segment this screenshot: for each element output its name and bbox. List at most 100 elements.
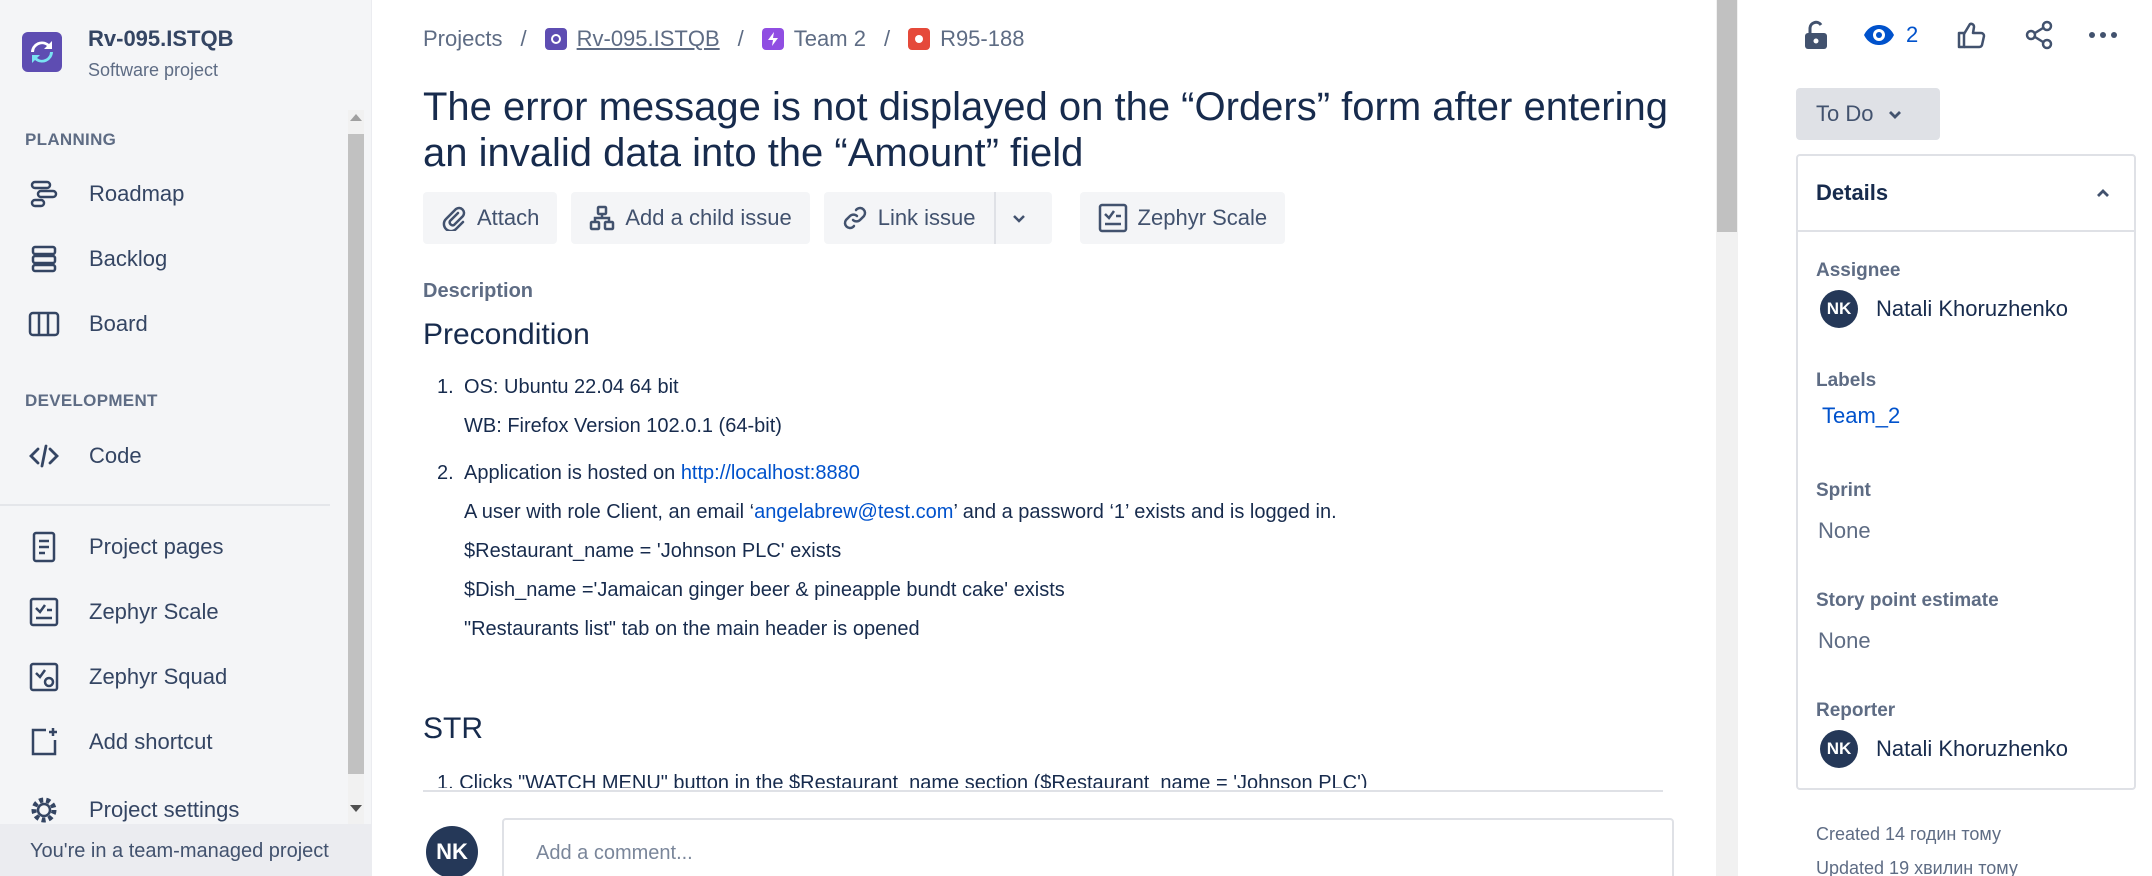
sidebar-scroll-thumb[interactable] — [348, 134, 364, 774]
attach-button[interactable]: Attach — [423, 192, 558, 244]
list-item: 1. OS: Ubuntu 22.04 64 bit — [437, 376, 679, 399]
sidebar-item-zephyr-scale[interactable]: Zephyr Scale — [25, 592, 219, 632]
story-points-field[interactable]: None — [1818, 628, 1871, 654]
email-link[interactable]: angelabrew@test.com — [754, 501, 953, 523]
list-text-line: $Dish_name ='Jamaican ginger beer & pine… — [464, 579, 1065, 601]
chevron-down-icon — [1012, 215, 1025, 223]
issue-actions: 2 — [1796, 20, 2118, 50]
description-label: Description — [423, 280, 534, 302]
page-icon — [25, 529, 63, 565]
updated-timestamp: Updated 19 хвилин тому — [1816, 858, 2018, 876]
list-text: Application is hosted on — [464, 462, 681, 484]
breadcrumb-project[interactable]: Rv-095.ISTQB — [544, 26, 720, 52]
labels-label: Labels — [1816, 370, 1877, 391]
assignee-name: Natali Khoruzhenko — [1876, 296, 2069, 321]
scroll-down-icon[interactable] — [350, 805, 362, 812]
share-button[interactable] — [2024, 20, 2054, 50]
details-header[interactable]: Details — [1798, 156, 2134, 232]
like-button[interactable] — [1956, 21, 1986, 49]
sidebar-item-code[interactable]: Code — [25, 436, 142, 476]
sidebar: Rv-095.ISTQB Software project PLANNING R… — [0, 0, 372, 876]
reporter-name: Natali Khoruzhenko — [1876, 736, 2069, 761]
more-icon — [2089, 32, 2118, 38]
eye-icon — [1864, 25, 1894, 45]
breadcrumb-team-label: Team 2 — [793, 26, 866, 51]
gear-icon — [25, 792, 63, 828]
zephyr-scale-icon — [25, 594, 63, 630]
sprint-field[interactable]: None — [1818, 518, 1871, 544]
epic-icon — [761, 28, 784, 50]
details-title: Details — [1816, 180, 1889, 205]
breadcrumb-separator: / — [520, 26, 527, 51]
avatar: NK — [1820, 290, 1858, 328]
label-chip[interactable]: Team_2 — [1816, 400, 1906, 432]
sidebar-item-roadmap[interactable]: Roadmap — [25, 174, 184, 214]
lock-button[interactable] — [1796, 20, 1836, 50]
link-issue-button[interactable]: Link issue — [823, 192, 994, 244]
localhost-link[interactable]: http://localhost:8880 — [681, 462, 860, 484]
avatar[interactable]: NK — [426, 826, 478, 876]
sidebar-item-zephyr-squad[interactable]: Zephyr Squad — [25, 657, 227, 697]
zephyr-scale-icon — [1098, 203, 1127, 233]
project-header[interactable]: Rv-095.ISTQB Software project — [22, 26, 234, 81]
list-text: A user with role Client, an email ‘ — [464, 501, 755, 523]
section-development: DEVELOPMENT — [25, 391, 158, 410]
breadcrumb-team[interactable]: Team 2 — [761, 26, 866, 52]
sidebar-scrollbar[interactable] — [346, 110, 366, 830]
list-number: 1. — [437, 376, 454, 398]
sidebar-item-label: Code — [89, 443, 142, 468]
board-icon — [25, 306, 63, 342]
issue-right-panel: 2 To Do Details Assignee NK Natali Khoru… — [1740, 0, 2152, 876]
project-avatar-icon — [22, 32, 62, 72]
sidebar-item-label: Zephyr Squad — [89, 664, 228, 689]
reporter-field[interactable]: NK Natali Khoruzhenko — [1820, 730, 2068, 768]
watch-button[interactable]: 2 — [1862, 22, 1918, 48]
reporter-label: Reporter — [1816, 700, 1896, 721]
sprint-label: Sprint — [1816, 480, 1871, 501]
str-heading: STR — [423, 712, 483, 745]
roadmap-icon — [25, 176, 63, 212]
chevron-up-icon — [2097, 189, 2109, 197]
zephyr-scale-button[interactable]: Zephyr Scale — [1079, 192, 1286, 244]
team-managed-notice: You're in a team-managed project — [0, 824, 372, 876]
breadcrumb: Projects / Rv-095.ISTQB / Team 2 / R95-1… — [423, 26, 1024, 52]
breadcrumb-issue-key[interactable]: R95-188 — [908, 26, 1024, 52]
list-text-line: A user with role Client, an email ‘angel… — [464, 501, 1337, 524]
issue-main: Projects / Rv-095.ISTQB / Team 2 / R95-1… — [372, 0, 1712, 876]
sidebar-item-label: Roadmap — [89, 181, 185, 206]
sidebar-item-backlog[interactable]: Backlog — [25, 239, 167, 279]
add-shortcut-icon — [25, 724, 63, 760]
list-number: 2. — [437, 462, 454, 484]
watch-count: 2 — [1906, 22, 1919, 47]
breadcrumb-separator: / — [737, 26, 744, 51]
precondition-heading: Precondition — [423, 318, 590, 351]
sidebar-divider — [0, 504, 330, 506]
status-dropdown[interactable]: To Do — [1796, 88, 1940, 140]
add-child-issue-label: Add a child issue — [625, 205, 792, 230]
sidebar-item-board[interactable]: Board — [25, 304, 148, 344]
zephyr-squad-icon — [25, 659, 63, 695]
sidebar-item-add-shortcut[interactable]: Add shortcut — [25, 722, 213, 762]
scroll-up-icon[interactable] — [350, 114, 362, 121]
code-icon — [25, 438, 63, 474]
issue-toolbar: Attach Add a child issue Link issue Zeph… — [423, 192, 1299, 244]
backlog-icon — [25, 241, 63, 277]
add-child-issue-button[interactable]: Add a child issue — [571, 192, 810, 244]
list-text-line: WB: Firefox Version 102.0.1 (64-bit) — [464, 415, 782, 437]
breadcrumb-projects[interactable]: Projects — [423, 26, 502, 52]
more-button[interactable] — [2088, 31, 2118, 39]
more-actions-dropdown[interactable] — [993, 192, 1052, 244]
breadcrumb-separator: / — [883, 26, 891, 51]
thumbs-up-icon — [1958, 22, 1986, 49]
main-scroll-thumb[interactable] — [1717, 0, 1737, 232]
section-planning: PLANNING — [25, 130, 117, 149]
sidebar-item-project-pages[interactable]: Project pages — [25, 527, 224, 567]
link-issue-label: Link issue — [877, 205, 976, 230]
list-text: OS: Ubuntu 22.04 64 bit — [464, 376, 679, 398]
paperclip-icon — [442, 206, 466, 231]
comment-input[interactable]: Add a comment... — [502, 818, 1674, 876]
issue-title[interactable]: The error message is not displayed on th… — [423, 84, 1683, 176]
assignee-label: Assignee — [1816, 260, 1901, 281]
assignee-field[interactable]: NK Natali Khoruzhenko — [1820, 290, 2068, 328]
main-scrollbar[interactable] — [1716, 0, 1738, 876]
